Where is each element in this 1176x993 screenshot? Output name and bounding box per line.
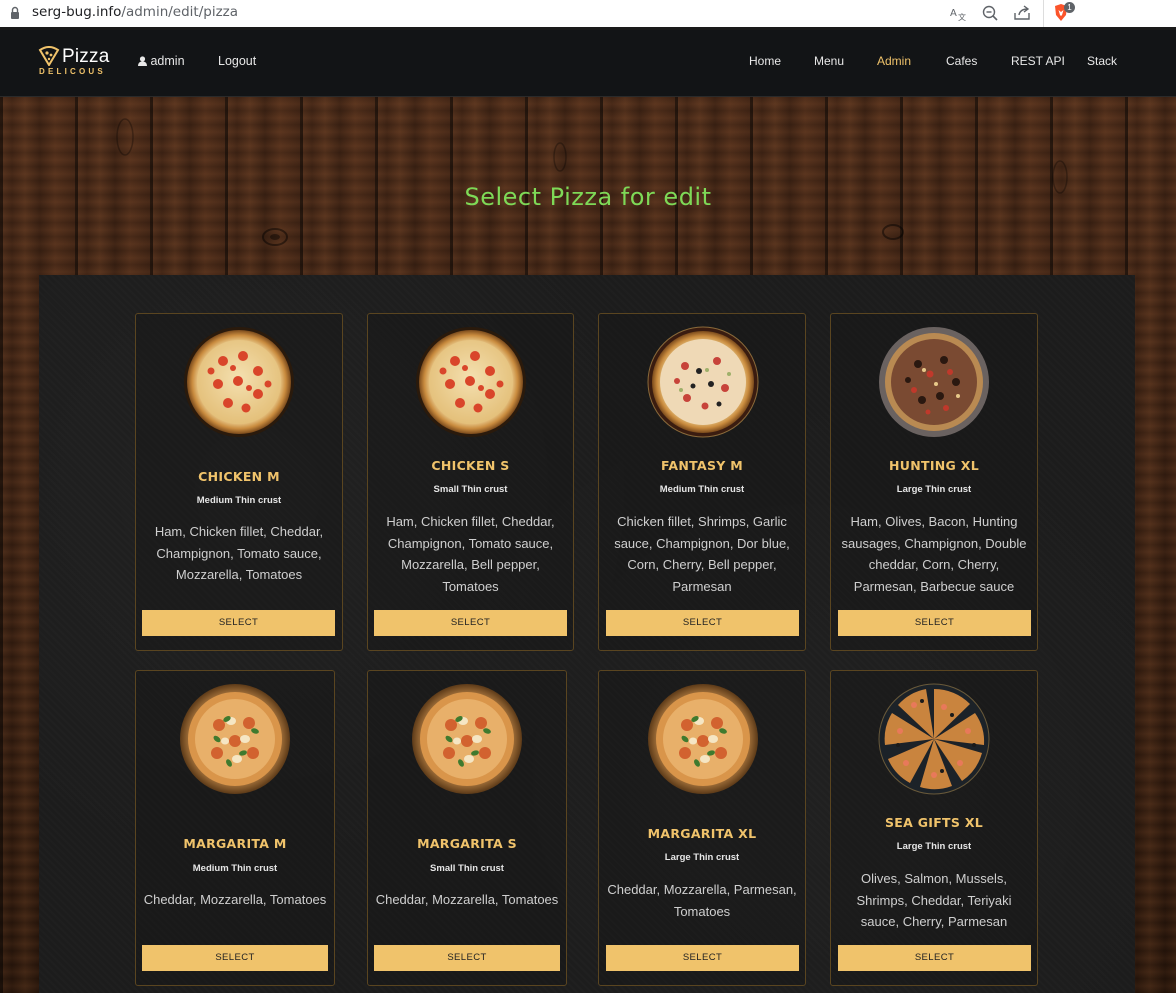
logo-word: Pizza bbox=[62, 46, 110, 67]
nav-admin[interactable]: Admin bbox=[877, 54, 911, 68]
pizza-name: CHICKEN M bbox=[198, 469, 280, 484]
pizza-crust: Large Thin crust bbox=[896, 484, 972, 495]
pizza-card: MARGARITA M Medium Thin crust Cheddar, M… bbox=[135, 670, 335, 986]
navbar: Pizza DELICOUS admin Logout Home Menu Ad… bbox=[0, 30, 1176, 97]
pizza-ingredients: Ham, Chicken fillet, Cheddar, Champignon… bbox=[154, 524, 324, 582]
page-title: Select Pizza for edit bbox=[464, 183, 712, 211]
select-button[interactable]: SELECT bbox=[838, 945, 1031, 971]
nav-stack[interactable]: Stack bbox=[1087, 54, 1117, 68]
extension-badge: 1 bbox=[1064, 2, 1075, 13]
select-button[interactable]: SELECT bbox=[374, 945, 560, 971]
select-button[interactable]: SELECT bbox=[142, 945, 328, 971]
pizza-name: HUNTING XL bbox=[889, 458, 979, 473]
pizza-name: MARGARITA M bbox=[183, 836, 287, 851]
pizza-crust: Large Thin crust bbox=[664, 852, 740, 863]
pizza-crust: Medium Thin crust bbox=[196, 495, 282, 506]
lock-icon bbox=[11, 6, 19, 19]
logo[interactable]: Pizza DELICOUS bbox=[38, 44, 118, 80]
user-icon bbox=[138, 56, 147, 66]
nav-home[interactable]: Home bbox=[749, 54, 781, 68]
translate-icon[interactable]: A 文 bbox=[948, 4, 968, 22]
select-button[interactable]: SELECT bbox=[142, 610, 335, 636]
pizza-name: MARGARITA S bbox=[417, 836, 517, 851]
pizza-ingredients: Cheddar, Mozzarella, Tomatoes bbox=[143, 892, 327, 907]
pizza-ingredients: Olives, Salmon, Mussels, Shrimps, Chedda… bbox=[856, 871, 1012, 929]
svg-text:文: 文 bbox=[958, 12, 966, 22]
zoom-icon[interactable] bbox=[981, 4, 1001, 22]
pizza-name: CHICKEN S bbox=[431, 458, 510, 473]
pizza-crust: Small Thin crust bbox=[430, 863, 504, 874]
browser-address-bar: serg-bug.info/admin/edit/pizza A 文 1 bbox=[0, 0, 1176, 27]
pizza-ingredients: Cheddar, Mozzarella, Tomatoes bbox=[375, 892, 559, 907]
pizza-crust: Medium Thin crust bbox=[192, 863, 278, 874]
seafood-pizza-icon bbox=[878, 683, 990, 795]
url-field[interactable]: serg-bug.info/admin/edit/pizza bbox=[32, 4, 238, 20]
user-label: admin bbox=[150, 54, 185, 68]
pizza-card: CHICKEN M Medium Thin crust Ham, Chicken… bbox=[135, 313, 343, 651]
select-button[interactable]: SELECT bbox=[374, 610, 567, 636]
user-link[interactable]: admin bbox=[138, 54, 185, 68]
select-button[interactable]: SELECT bbox=[838, 610, 1031, 636]
margarita-pizza-icon bbox=[412, 684, 522, 794]
logo-subtitle: DELICOUS bbox=[39, 67, 106, 76]
pizza-name: FANTASY M bbox=[660, 458, 743, 473]
pizza-card: CHICKEN S Small Thin crust Ham, Chicken … bbox=[367, 313, 574, 651]
pizza-crust: Large Thin crust bbox=[896, 841, 972, 852]
pepperoni-pizza-icon bbox=[184, 327, 294, 437]
pizza-name: MARGARITA XL bbox=[647, 826, 757, 841]
nav-menu[interactable]: Menu bbox=[814, 54, 844, 68]
pizza-ingredients: Ham, Chicken fillet, Cheddar, Champignon… bbox=[386, 514, 555, 594]
pizza-card: MARGARITA XL Large Thin crust Cheddar, M… bbox=[598, 670, 806, 986]
nav-cafes[interactable]: Cafes bbox=[946, 54, 977, 68]
pizza-card: MARGARITA S Small Thin crust Cheddar, Mo… bbox=[367, 670, 567, 986]
dark-pizza-icon bbox=[879, 327, 989, 437]
pizza-name: SEA GIFTS XL bbox=[884, 815, 984, 830]
select-button[interactable]: SELECT bbox=[606, 945, 799, 971]
nav-rest-api[interactable]: REST API bbox=[1011, 54, 1065, 68]
pepperoni-pizza-icon bbox=[416, 327, 526, 437]
pizza-ingredients: Ham, Olives, Bacon, Hunting sausages, Ch… bbox=[841, 514, 1027, 594]
svg-text:A: A bbox=[950, 8, 957, 19]
pizza-card: FANTASY M Medium Thin crust Chicken fill… bbox=[598, 313, 806, 651]
pizza-slice-icon bbox=[38, 46, 60, 66]
pizza-card: HUNTING XL Large Thin crust Ham, Olives,… bbox=[830, 313, 1038, 651]
logout-link[interactable]: Logout bbox=[218, 54, 256, 68]
pizza-crust: Small Thin crust bbox=[433, 484, 508, 495]
share-icon[interactable] bbox=[1012, 4, 1032, 22]
pizza-crust: Medium Thin crust bbox=[659, 484, 745, 495]
extension-area: 1 bbox=[1043, 0, 1079, 27]
pizza-ingredients: Chicken fillet, Shrimps, Garlic sauce, C… bbox=[614, 514, 790, 594]
margarita-pizza-icon bbox=[180, 684, 290, 794]
pizza-ingredients: Cheddar, Mozzarella, Parmesan, Tomatoes bbox=[607, 882, 797, 919]
mixed-pizza-icon bbox=[647, 326, 759, 438]
margarita-pizza-icon bbox=[648, 684, 758, 794]
select-button[interactable]: SELECT bbox=[606, 610, 799, 636]
pizza-card: SEA GIFTS XL Large Thin crust Olives, Sa… bbox=[830, 670, 1038, 986]
